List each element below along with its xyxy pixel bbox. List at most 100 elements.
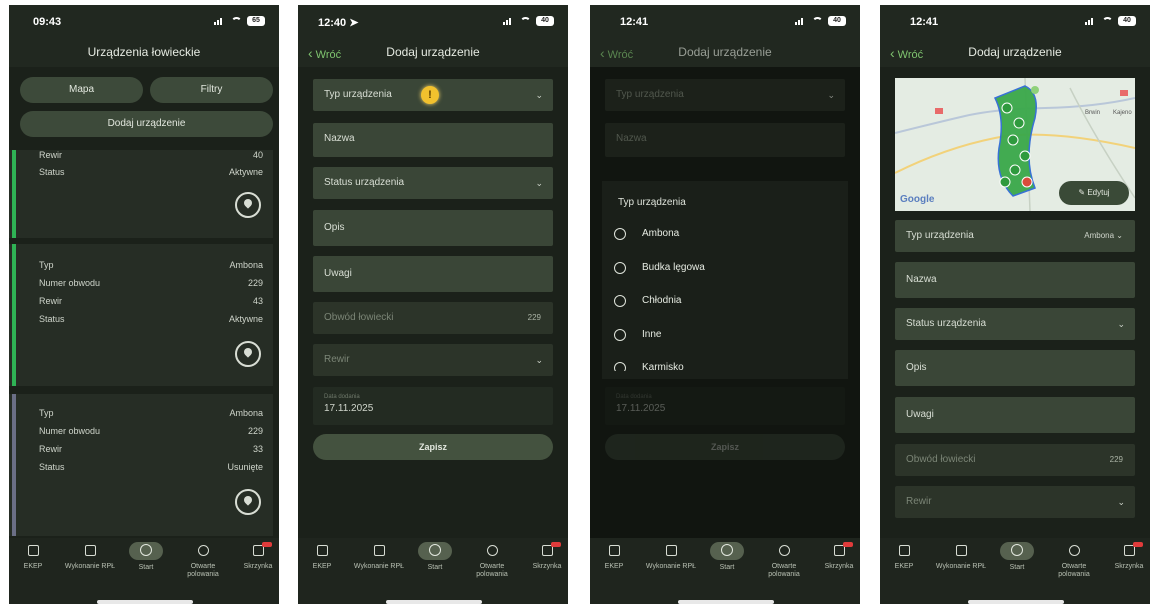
phone-screen-device-list: 09:43 65 Urządzenia łowieckie Mapa Filtr… [9, 5, 279, 604]
chevron-left-icon: ‹ [308, 45, 313, 61]
option-ambona[interactable]: Ambona [612, 225, 838, 245]
nav-bar: Dodaj urządzenie ‹ Wróć [880, 37, 1150, 67]
tab-wykonanie[interactable]: Wykonanie RPŁ [63, 545, 117, 571]
back-button[interactable]: ‹ Wróć [308, 45, 341, 61]
device-card[interactable]: Typ Ambona Numer obwodu 229 Rewir 33 Status… [9, 394, 273, 536]
signal-icon [503, 17, 515, 25]
tab-wykonanie[interactable]: Wykonanie RPŁ [352, 545, 406, 571]
tab-skrzynka[interactable]: Skrzynka [231, 542, 279, 571]
tree-icon [418, 542, 452, 560]
tab-start[interactable]: Start [700, 542, 754, 572]
status-row: Status Usunięte [39, 462, 263, 472]
inbox-icon [252, 542, 272, 556]
device-card[interactable]: Typ Ambona Numer obwodu 229 Rewir 43 Status… [9, 244, 273, 386]
option-budka-legowa[interactable]: Budka lęgowa [612, 259, 838, 279]
location-pin-icon[interactable] [235, 489, 261, 515]
name-field[interactable]: Nazwa [313, 123, 553, 157]
tab-wykonanie[interactable]: Wykonanie RPŁ [644, 545, 698, 571]
battery-icon: 65 [247, 16, 265, 26]
rewir-row: Rewir 40 [39, 150, 263, 160]
signal-icon [795, 17, 807, 25]
name-field[interactable]: Nazwa [895, 262, 1135, 298]
back-button[interactable]: ‹ Wróć [890, 45, 923, 61]
crosshair-icon [197, 545, 209, 556]
add-device-button[interactable]: Dodaj urządzenie [20, 111, 273, 137]
hunting-district-select[interactable]: Obwód łowiecki 229 [895, 444, 1135, 476]
clock: 09:43 [33, 16, 62, 28]
nav-bar: Dodaj urządzenie ‹ Wróć [590, 37, 860, 67]
location-pin-icon[interactable] [235, 341, 261, 367]
status-bar-indicator [12, 394, 16, 536]
signal-icon [1085, 17, 1097, 25]
signal-icon [214, 17, 226, 25]
crosshair-icon [1068, 545, 1080, 556]
wifi-icon [520, 17, 531, 25]
location-arrow-icon: ➤ [349, 17, 359, 29]
battery-icon: 40 [828, 16, 846, 26]
map-button[interactable]: Mapa [20, 77, 143, 103]
google-logo: Google [900, 194, 935, 205]
radio-button [614, 329, 626, 341]
clock: 12:41 [910, 16, 939, 28]
tab-otwarte-polowania[interactable]: Otwarte polowania [757, 545, 811, 579]
status-bar-indicator [12, 150, 16, 238]
save-button[interactable]: Zapisz [313, 434, 553, 460]
filters-button[interactable]: Filtry [150, 77, 273, 103]
description-field[interactable]: Opis [313, 210, 553, 246]
tab-start[interactable]: Start [990, 542, 1044, 572]
rewir-select[interactable]: Rewir ⌄ [313, 344, 553, 376]
option-karmisko[interactable]: Karmisko [612, 359, 838, 371]
chevron-left-icon: ‹ [890, 45, 895, 61]
tab-skrzynka[interactable]: Skrzynka [520, 542, 568, 571]
inbox-icon [833, 542, 853, 556]
back-button[interactable]: ‹ Wróć [600, 45, 633, 61]
tree-icon [129, 542, 163, 560]
tab-otwarte-polowania[interactable]: Otwarte polowania [176, 545, 230, 579]
device-card[interactable]: Rewir 40 Status Aktywne [9, 150, 273, 238]
calendar-check-icon [955, 545, 967, 556]
notes-field[interactable]: Uwagi [313, 256, 553, 292]
tab-ekep[interactable]: EKEP [880, 545, 931, 571]
device-type-select[interactable]: Typ urządzenia Ambona ⌄ [895, 220, 1135, 252]
chevron-down-icon: ⌄ [535, 178, 543, 188]
tab-skrzynka[interactable]: Skrzynka [1102, 542, 1150, 571]
tab-start[interactable]: Start [408, 542, 462, 572]
option-chlodnia[interactable]: Chłodnia [612, 292, 838, 312]
edit-location-button[interactable]: ✎ Edytuj [1059, 181, 1129, 205]
tab-start[interactable]: Start [119, 542, 173, 572]
status-bar: 12:40 ➤ 40 [298, 5, 568, 37]
tab-ekep[interactable]: EKEP [9, 545, 60, 571]
wifi-icon [231, 17, 242, 25]
rewir-row: Rewir 33 [39, 444, 263, 454]
type-picker-sheet: Typ urządzenia Ambona Budka lęgowa Chłod… [602, 181, 848, 379]
book-icon [608, 545, 620, 556]
tab-ekep[interactable]: EKEP [298, 545, 349, 571]
chevron-left-icon: ‹ [600, 45, 605, 61]
option-inne[interactable]: Inne [612, 326, 838, 346]
numer-row: Numer obwodu 229 [39, 278, 263, 288]
calendar-check-icon [373, 545, 385, 556]
nav-bar: Dodaj urządzenie ‹ Wróć [298, 37, 568, 67]
clock: 12:41 [620, 16, 649, 28]
notification-badge [261, 542, 272, 547]
calendar-check-icon [665, 545, 677, 556]
radio-button [614, 228, 626, 240]
notes-field[interactable]: Uwagi [895, 397, 1135, 433]
tab-otwarte-polowania[interactable]: Otwarte polowania [1047, 545, 1101, 579]
tab-ekep[interactable]: EKEP [590, 545, 641, 571]
tab-wykonanie[interactable]: Wykonanie RPŁ [934, 545, 988, 571]
rewir-select[interactable]: Rewir ⌄ [895, 486, 1135, 518]
status-row: Status Aktywne [39, 167, 263, 177]
description-field[interactable]: Opis [895, 350, 1135, 386]
map-view[interactable]: Brwin Kajeno Google ✎ Edytuj [895, 78, 1135, 211]
hunting-district-select[interactable]: Obwód łowiecki 229 [313, 302, 553, 334]
battery-icon: 40 [1118, 16, 1136, 26]
device-status-select[interactable]: Status urządzenia ⌄ [313, 167, 553, 199]
date-added: Data dodania 17.11.2025 [313, 387, 553, 425]
tab-otwarte-polowania[interactable]: Otwarte polowania [465, 545, 519, 579]
warning-icon: ! [421, 86, 439, 104]
notification-badge [1132, 542, 1143, 547]
device-status-select[interactable]: Status urządzenia ⌄ [895, 308, 1135, 340]
tab-skrzynka[interactable]: Skrzynka [812, 542, 860, 571]
location-pin-icon[interactable] [235, 192, 261, 218]
